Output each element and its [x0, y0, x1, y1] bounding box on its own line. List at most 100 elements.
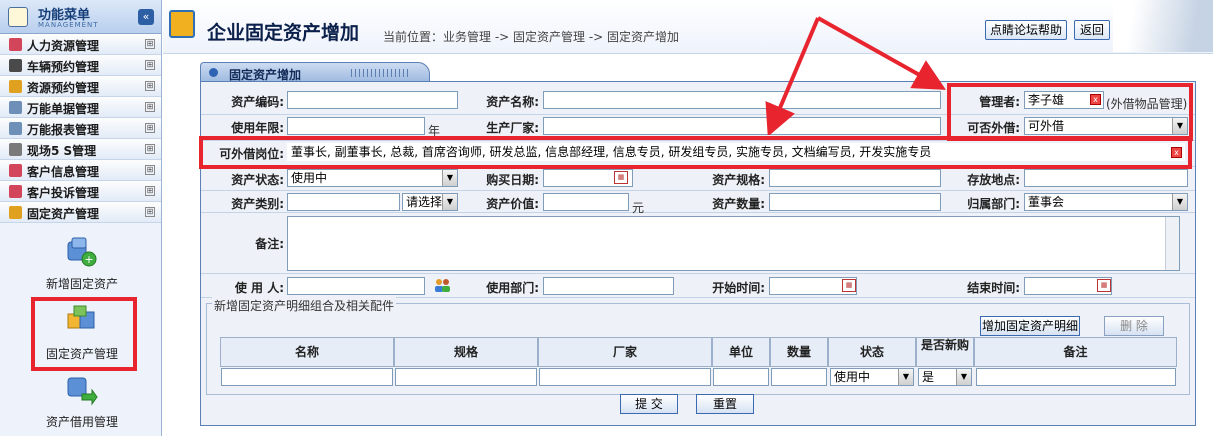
detail-status-select[interactable]: 使用中 ▼ — [830, 368, 914, 386]
detail-unit-input[interactable] — [713, 368, 769, 386]
subitem-add-asset[interactable]: 新增固定资产 — [46, 275, 118, 292]
category-select[interactable]: 请选择 ▼ — [402, 193, 458, 211]
end-label: 结束时间: — [967, 281, 1020, 295]
tab-bullet-icon — [209, 68, 218, 77]
sidebar-item[interactable]: 人力资源管理 ⊞ — [0, 34, 161, 55]
breadcrumb: 当前位置：业务管理 -> 固定资产管理 -> 固定资产增加 — [383, 30, 680, 44]
page-header: 企业固定资产增加 当前位置：业务管理 -> 固定资产管理 -> 固定资产增加 点… — [163, 0, 1213, 54]
car-icon — [9, 59, 22, 72]
place-input[interactable] — [1024, 169, 1188, 187]
annotation-arrows — [765, 16, 946, 135]
sidebar-item[interactable]: 客户投诉管理 ⊞ — [0, 181, 161, 202]
expand-icon[interactable]: ⊞ — [145, 123, 155, 133]
highlight-manager — [947, 83, 1193, 141]
chevron-down-icon: ▼ — [1172, 194, 1187, 210]
expand-icon[interactable]: ⊞ — [145, 144, 155, 154]
years-input[interactable] — [287, 117, 425, 135]
sidebar-item-label: 资源预约管理 — [27, 81, 100, 95]
detail-name-input[interactable] — [221, 368, 393, 386]
handshake-decoration — [1113, 0, 1213, 52]
value-input[interactable] — [543, 193, 629, 211]
row-divider — [201, 273, 1195, 274]
sidebar-item-label: 万能单据管理 — [27, 102, 100, 116]
use-dept-label: 使用部门: — [486, 281, 539, 295]
detail-qty-input[interactable] — [771, 368, 827, 386]
status-value: 使用中 — [291, 171, 328, 185]
back-button[interactable]: 返回 — [1074, 20, 1110, 40]
detail-new-value: 是 — [922, 370, 935, 384]
reset-button[interactable]: 重置 — [696, 394, 754, 414]
column-header: 备注 — [974, 337, 1177, 367]
add-asset-icon[interactable]: + — [64, 236, 98, 268]
add-detail-button[interactable]: 增加固定资产明细 — [980, 316, 1080, 336]
sidebar-item[interactable]: 资源预约管理 ⊞ — [0, 76, 161, 97]
detail-spec-input[interactable] — [395, 368, 537, 386]
chevron-down-icon: ▼ — [442, 194, 457, 210]
remark-textarea[interactable] — [287, 216, 1180, 271]
collapse-icon[interactable]: « — [138, 9, 154, 25]
sidebar-item[interactable]: 固定资产管理 ⊞ — [0, 202, 161, 223]
asset-icon — [9, 206, 22, 219]
select-users-icon[interactable] — [433, 277, 451, 293]
sidebar-item-label: 车辆预约管理 — [27, 60, 100, 74]
row-divider — [201, 212, 1195, 213]
expand-icon[interactable]: ⊞ — [145, 60, 155, 70]
value-label: 资产价值: — [486, 197, 539, 211]
dept-label: 归属部门: — [967, 197, 1020, 211]
panel-tab: 固定资产增加 — [200, 62, 430, 82]
buy-date-label: 购买日期: — [486, 173, 539, 187]
detail-maker-input[interactable] — [539, 368, 711, 386]
asset-code-input[interactable] — [287, 91, 458, 109]
submit-button[interactable]: 提 交 — [620, 394, 678, 414]
asset-name-label: 资产名称: — [486, 95, 539, 109]
expand-icon[interactable]: ⊞ — [145, 165, 155, 175]
remark-scrollbar[interactable] — [1165, 217, 1179, 270]
expand-icon[interactable]: ⊞ — [145, 207, 155, 217]
category-input[interactable] — [287, 193, 400, 211]
sidebar-item[interactable]: 万能报表管理 ⊞ — [0, 118, 161, 139]
sidebar-item[interactable]: 现场5 S管理 ⊞ — [0, 139, 161, 160]
expand-icon[interactable]: ⊞ — [145, 186, 155, 196]
calendar-icon[interactable]: ▦ — [614, 171, 628, 184]
detail-remark-input[interactable] — [976, 368, 1176, 386]
column-header: 是否新购 — [916, 337, 974, 367]
chevron-down-icon: ▼ — [956, 369, 971, 385]
detail-new-select[interactable]: 是 ▼ — [918, 368, 972, 386]
delete-detail-button[interactable]: 删 除 — [1104, 316, 1164, 336]
resource-icon — [9, 80, 22, 93]
sidebar-item-label: 现场5 S管理 — [27, 144, 97, 158]
customer-icon — [9, 164, 22, 177]
spec-input[interactable] — [769, 169, 941, 187]
user-input[interactable] — [287, 277, 425, 295]
detail-status-value: 使用中 — [834, 370, 871, 384]
sidebar-subtitle: MANAGEMENT — [38, 21, 99, 29]
page-title: 企业固定资产增加 — [207, 22, 360, 44]
status-label: 资产状态: — [231, 173, 284, 187]
column-header: 状态 — [828, 337, 916, 367]
row-divider — [201, 190, 1195, 191]
column-header: 名称 — [220, 337, 394, 367]
dept-value: 董事会 — [1028, 195, 1065, 209]
expand-icon[interactable]: ⊞ — [145, 81, 155, 91]
dept-select[interactable]: 董事会 ▼ — [1024, 193, 1188, 211]
chevron-down-icon: ▼ — [898, 369, 913, 385]
qty-input[interactable] — [769, 193, 941, 211]
column-header: 单位 — [712, 337, 770, 367]
sidebar-menu: 人力资源管理 ⊞ 车辆预约管理 ⊞ 资源预约管理 ⊞ 万能单据管理 ⊞ 万能报表管理 ⊞ 现场5 S… — [0, 34, 161, 223]
sidebar-item[interactable]: 万能单据管理 ⊞ — [0, 97, 161, 118]
asset-borrow-icon[interactable] — [64, 374, 98, 406]
calendar-icon[interactable]: ▦ — [842, 279, 856, 292]
calendar-icon[interactable]: ▦ — [1097, 279, 1111, 292]
sidebar-item-label: 客户投诉管理 — [27, 186, 100, 200]
category-select-value: 请选择 — [406, 195, 443, 209]
expand-icon[interactable]: ⊞ — [145, 102, 155, 112]
subitem-asset-borrow[interactable]: 资产借用管理 — [46, 413, 118, 430]
use-dept-input[interactable] — [543, 277, 674, 295]
value-unit: 元 — [632, 201, 645, 215]
status-select[interactable]: 使用中 ▼ — [287, 169, 458, 187]
sidebar-item[interactable]: 车辆预约管理 ⊞ — [0, 55, 161, 76]
sidebar-item[interactable]: 客户信息管理 ⊞ — [0, 160, 161, 181]
user-label: 使 用 人: — [234, 281, 284, 295]
help-button[interactable]: 点睛论坛帮助 — [985, 20, 1067, 40]
expand-icon[interactable]: ⊞ — [145, 39, 155, 49]
